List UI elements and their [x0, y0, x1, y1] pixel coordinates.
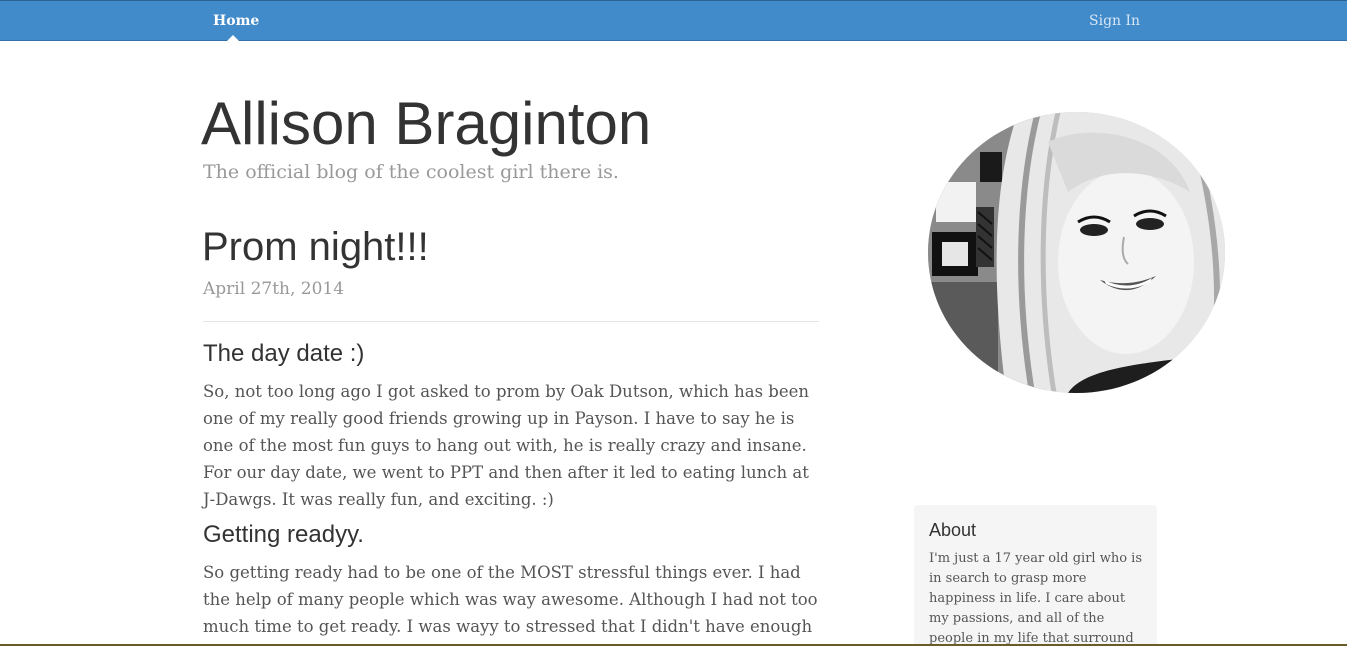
about-title: About [929, 520, 977, 540]
section-heading-day-date: The day date :) [203, 340, 365, 367]
about-text: I'm just a 17 year old girl who is in se… [929, 551, 1143, 646]
profile-photo [928, 112, 1225, 393]
section-heading-getting-ready: Getting readyy. [203, 521, 364, 548]
top-navbar: Home Sign In [0, 0, 1347, 41]
post-divider [203, 321, 819, 322]
nav-signin-link[interactable]: Sign In [1089, 13, 1140, 29]
blog-description: The official blog of the coolest girl th… [203, 161, 619, 183]
about-panel: About I'm just a 17 year old girl who is… [914, 505, 1157, 646]
active-caret-icon [227, 35, 239, 41]
section-body-getting-ready: So getting ready had to be one of the MO… [203, 563, 818, 646]
blog-title[interactable]: Allison Braginton [201, 88, 651, 160]
nav-home-link[interactable]: Home [213, 13, 259, 29]
section-body-day-date: So, not too long ago I got asked to prom… [203, 382, 809, 509]
post-date: April 27th, 2014 [203, 279, 345, 299]
post-title[interactable]: Prom night!!! [202, 222, 429, 272]
